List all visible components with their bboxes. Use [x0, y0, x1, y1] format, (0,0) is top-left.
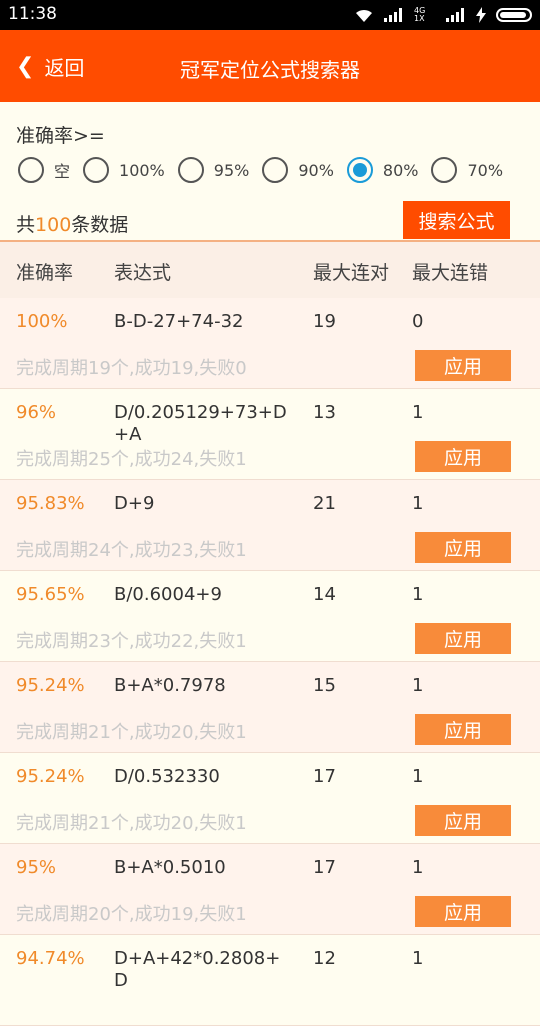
column-header-accuracy: 准确率: [16, 262, 74, 284]
column-header-expression: 表达式: [114, 262, 172, 284]
count-number: 100: [35, 214, 72, 236]
accuracy-cell: 95.24%: [16, 766, 85, 787]
accuracy-cell: 95.83%: [16, 493, 85, 514]
option-label: 空: [54, 162, 71, 181]
charging-icon: [476, 7, 486, 23]
status-bar: 11:38 4G 1X: [0, 0, 540, 30]
apply-button[interactable]: 应用: [415, 441, 511, 472]
cycle-summary: 完成周期21个,成功20,失败1: [16, 813, 247, 834]
signal-icon: [384, 8, 402, 22]
cycle-summary: 完成周期25个,成功24,失败1: [16, 449, 247, 470]
battery-icon: [496, 8, 532, 22]
cycle-summary: 完成周期24个,成功23,失败1: [16, 540, 247, 561]
cycle-summary: 完成周期23个,成功22,失败1: [16, 631, 247, 652]
count-prefix: 共: [16, 214, 36, 236]
max-win-cell: 14: [313, 584, 336, 605]
status-icons: 4G 1X: [354, 6, 532, 24]
accuracy-cell: 100%: [16, 311, 68, 332]
filter-option-100[interactable]: 100%: [83, 157, 165, 183]
max-win-cell: 13: [313, 402, 336, 423]
result-count: 共100条数据: [16, 210, 128, 237]
filter-option-90[interactable]: 90%: [262, 157, 334, 183]
max-win-cell: 15: [313, 675, 336, 696]
max-win-cell: 17: [313, 857, 336, 878]
table-row: 95.24% D/0.532330 17 1 完成周期21个,成功20,失败1 …: [0, 753, 540, 844]
accuracy-cell: 95.65%: [16, 584, 85, 605]
filter-option-70[interactable]: 70%: [431, 157, 503, 183]
max-loss-cell: 1: [412, 584, 424, 605]
accuracy-cell: 94.74%: [16, 948, 85, 969]
apply-button[interactable]: 应用: [415, 896, 511, 927]
apply-button[interactable]: 应用: [415, 714, 511, 745]
max-win-cell: 12: [313, 948, 336, 969]
expression-cell: B+A*0.5010: [114, 857, 226, 878]
radio-button[interactable]: [18, 157, 44, 183]
column-header-max-win: 最大连对: [313, 262, 390, 284]
status-time: 11:38: [8, 4, 57, 24]
expression-cell: D+9: [114, 493, 155, 514]
radio-button[interactable]: [346, 157, 373, 183]
table-row: 96% D/0.205129+73+D+A 13 1 完成周期25个,成功24,…: [0, 389, 540, 480]
apply-button[interactable]: 应用: [415, 805, 511, 836]
table-row: 100% B-D-27+74-32 19 0 完成周期19个,成功19,失败0 …: [0, 298, 540, 389]
max-loss-cell: 1: [412, 493, 424, 514]
accuracy-filter-options: 空 100% 95% 90% 80% 70%: [18, 154, 516, 186]
apply-button[interactable]: 应用: [415, 532, 511, 563]
option-label: 80%: [382, 160, 419, 180]
expression-cell: B/0.6004+9: [114, 584, 222, 605]
page-title: 冠军定位公式搜索器: [180, 58, 360, 82]
expression-cell: D/0.205129+73+D+A: [114, 402, 287, 444]
max-loss-cell: 1: [412, 766, 424, 787]
table-header: 准确率 表达式 最大连对 最大连错: [0, 242, 540, 298]
option-label: 95%: [213, 160, 250, 180]
apply-button[interactable]: 应用: [415, 350, 511, 381]
filter-option-empty[interactable]: 空: [18, 157, 70, 183]
column-header-max-loss: 最大连错: [412, 262, 489, 284]
option-label: 90%: [298, 160, 334, 180]
network-type-label: 4G 1X: [414, 6, 426, 23]
max-win-cell: 17: [313, 766, 336, 787]
expression-cell: D/0.532330: [114, 766, 220, 787]
max-loss-cell: 1: [412, 402, 424, 423]
expression-cell: D+A+42*0.2808+D: [114, 948, 281, 990]
filter-option-80[interactable]: 80%: [346, 157, 419, 183]
search-formula-button[interactable]: 搜索公式: [403, 201, 510, 239]
table-row: 95% B+A*0.5010 17 1 完成周期20个,成功19,失败1 应用: [0, 844, 540, 935]
max-loss-cell: 1: [412, 857, 424, 878]
max-loss-cell: 1: [412, 675, 424, 696]
cycle-summary: 完成周期20个,成功19,失败1: [16, 904, 247, 925]
table-row: 95.24% B+A*0.7978 15 1 完成周期21个,成功20,失败1 …: [0, 662, 540, 753]
expression-cell: B-D-27+74-32: [114, 311, 244, 332]
formula-list: 100% B-D-27+74-32 19 0 完成周期19个,成功19,失败0 …: [0, 298, 540, 1026]
apply-button[interactable]: 应用: [415, 623, 511, 654]
max-loss-cell: 0: [412, 311, 424, 332]
count-suffix: 条数据: [71, 214, 129, 236]
table-row: 95.65% B/0.6004+9 14 1 完成周期23个,成功22,失败1 …: [0, 571, 540, 662]
max-win-cell: 21: [313, 493, 336, 514]
radio-button[interactable]: [83, 157, 110, 183]
accuracy-cell: 95.24%: [16, 675, 85, 696]
cycle-summary: 完成周期19个,成功19,失败0: [16, 358, 247, 379]
accuracy-cell: 96%: [16, 402, 57, 423]
wifi-icon: [356, 9, 372, 22]
signal-icon-2: [446, 8, 464, 22]
option-label: 100%: [119, 160, 165, 180]
accuracy-filter-label: 准确率>=: [16, 125, 105, 147]
accuracy-cell: 95%: [16, 857, 57, 878]
radio-button[interactable]: [431, 157, 458, 183]
table-row: 94.74% D+A+42*0.2808+D 12 1: [0, 935, 540, 1026]
max-loss-cell: 1: [412, 948, 424, 969]
app-header: ❮ 返回 冠军定位公式搜索器: [0, 30, 540, 102]
filter-option-95[interactable]: 95%: [177, 157, 250, 183]
max-win-cell: 19: [313, 311, 336, 332]
radio-button[interactable]: [262, 157, 289, 183]
radio-button[interactable]: [177, 157, 204, 183]
cycle-summary: 完成周期21个,成功20,失败1: [16, 722, 247, 743]
option-label: 70%: [467, 160, 504, 180]
table-row: 95.83% D+9 21 1 完成周期24个,成功23,失败1 应用: [0, 480, 540, 571]
expression-cell: B+A*0.7978: [114, 675, 226, 696]
